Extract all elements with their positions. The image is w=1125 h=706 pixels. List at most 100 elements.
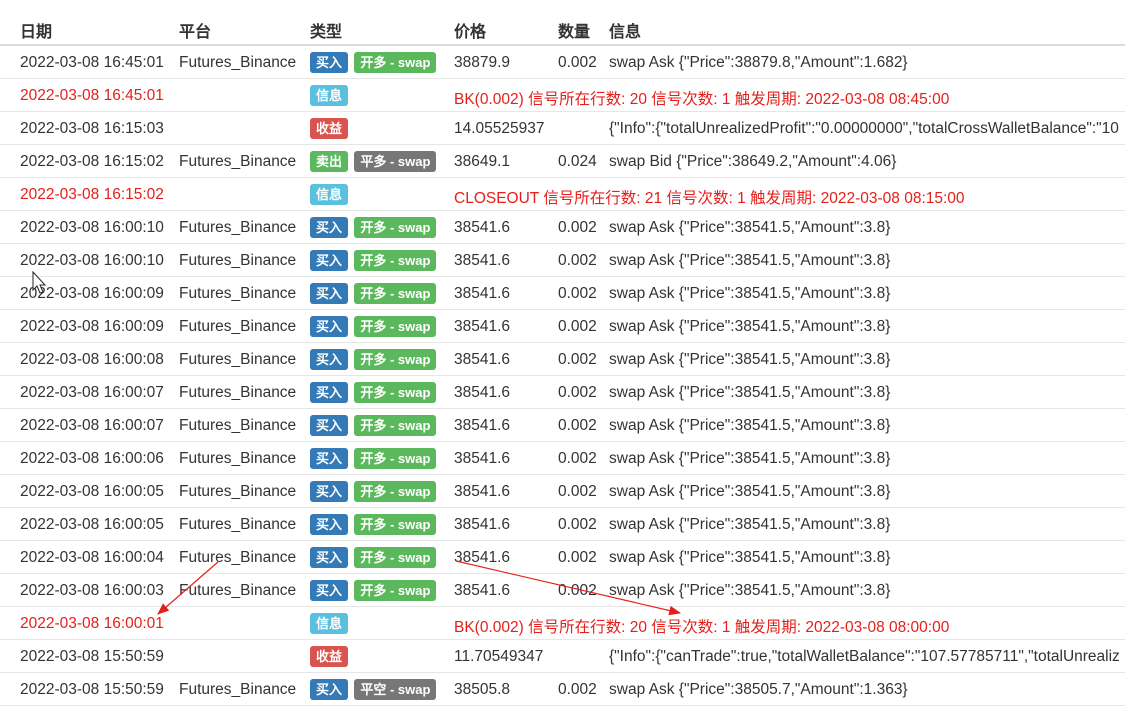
row-date: 2022-03-08 16:00:10 <box>20 219 164 236</box>
row-platform: Futures_Binance <box>179 681 297 698</box>
row-platform: Futures_Binance <box>179 417 297 434</box>
row-type: 买入 开多 - swap <box>310 547 438 568</box>
direction-badge: 开多 - swap <box>354 514 437 535</box>
row-date: 2022-03-08 16:15:03 <box>20 120 164 137</box>
row-info: swap Ask {"Price":38879.8,"Amount":1.682… <box>609 54 908 71</box>
direction-badge: 开多 - swap <box>354 481 437 502</box>
table-row: 2022-03-08 16:15:02 信息 CLOSEOUT 信号所在行数: 21… <box>0 178 1125 211</box>
table-row: 2022-03-08 16:00:05 Futures_Binance 买入 开多 … <box>0 508 1125 541</box>
row-date: 2022-03-08 16:00:04 <box>20 549 164 566</box>
row-type: 买入 开多 - swap <box>310 283 438 304</box>
table-row: 2022-03-08 16:00:10 Futures_Binance 买入 开多 … <box>0 211 1125 244</box>
row-info: {"Info":{"canTrade":true,"totalWalletBal… <box>609 648 1120 665</box>
type-badge: 买入 <box>310 52 349 73</box>
row-type: 买入 平空 - swap <box>310 679 438 700</box>
table-row: 2022-03-08 16:00:07 Futures_Binance 买入 开多 … <box>0 376 1125 409</box>
row-type: 收益 <box>310 646 350 667</box>
row-platform: Futures_Binance <box>179 219 297 236</box>
row-type: 信息 <box>310 85 350 106</box>
row-info: swap Ask {"Price":38505.7,"Amount":1.363… <box>609 681 908 698</box>
row-price: 38541.6 <box>454 318 511 335</box>
row-date: 2022-03-08 16:00:08 <box>20 351 164 368</box>
type-badge: 收益 <box>310 646 349 667</box>
row-amount: 0.002 <box>558 681 597 698</box>
direction-badge: 开多 - swap <box>354 217 437 238</box>
row-platform: Futures_Binance <box>179 54 297 71</box>
row-type: 买入 开多 - swap <box>310 580 438 601</box>
row-price: 14.05525937 <box>454 120 545 137</box>
table-body: 2022-03-08 16:45:01 Futures_Binance 买入 开多 … <box>0 46 1125 706</box>
row-date: 2022-03-08 16:00:07 <box>20 417 164 434</box>
row-date: 2022-03-08 16:45:01 <box>20 87 164 104</box>
type-badge: 买入 <box>310 547 349 568</box>
header-type[interactable]: 类型 <box>310 18 342 42</box>
table-row: 2022-03-08 16:00:01 信息 BK(0.002) 信号所在行数: 2… <box>0 607 1125 640</box>
direction-badge: 开多 - swap <box>354 547 437 568</box>
table-row: 2022-03-08 16:00:07 Futures_Binance 买入 开多 … <box>0 409 1125 442</box>
row-message: CLOSEOUT 信号所在行数: 21 信号次数: 1 触发周期: 2022-0… <box>454 190 965 207</box>
row-message: BK(0.002) 信号所在行数: 20 信号次数: 1 触发周期: 2022-… <box>454 619 950 636</box>
header-platform[interactable]: 平台 <box>179 18 211 42</box>
row-info: swap Ask {"Price":38541.5,"Amount":3.8} <box>609 384 891 401</box>
row-type: 买入 开多 - swap <box>310 481 438 502</box>
row-date: 2022-03-08 16:45:01 <box>20 54 164 71</box>
row-platform: Futures_Binance <box>179 252 297 269</box>
type-badge: 买入 <box>310 481 349 502</box>
row-date: 2022-03-08 15:50:59 <box>20 648 164 665</box>
direction-badge: 平空 - swap <box>354 679 437 700</box>
row-type: 买入 开多 - swap <box>310 52 438 73</box>
row-price: 38541.6 <box>454 219 511 236</box>
row-date: 2022-03-08 16:15:02 <box>20 186 164 203</box>
row-message: BK(0.002) 信号所在行数: 20 信号次数: 1 触发周期: 2022-… <box>454 91 950 108</box>
table-row: 2022-03-08 16:00:05 Futures_Binance 买入 开多 … <box>0 475 1125 508</box>
header-date[interactable]: 日期 <box>20 18 52 42</box>
row-date: 2022-03-08 16:15:02 <box>20 153 164 170</box>
row-date: 2022-03-08 16:00:05 <box>20 516 164 533</box>
type-badge: 买入 <box>310 580 349 601</box>
row-amount: 0.002 <box>558 351 597 368</box>
row-amount: 0.002 <box>558 54 597 71</box>
row-platform: Futures_Binance <box>179 384 297 401</box>
row-date: 2022-03-08 16:00:06 <box>20 450 164 467</box>
row-type: 买入 开多 - swap <box>310 250 438 271</box>
row-amount: 0.002 <box>558 483 597 500</box>
type-badge: 卖出 <box>310 151 349 172</box>
row-type: 买入 开多 - swap <box>310 316 438 337</box>
row-amount: 0.002 <box>558 252 597 269</box>
row-price: 38541.6 <box>454 252 511 269</box>
direction-badge: 开多 - swap <box>354 250 437 271</box>
row-price: 11.70549347 <box>454 648 544 665</box>
type-badge: 买入 <box>310 349 349 370</box>
row-date: 2022-03-08 16:00:10 <box>20 252 164 269</box>
row-price: 38879.9 <box>454 54 511 71</box>
direction-badge: 开多 - swap <box>354 415 437 436</box>
row-price: 38649.1 <box>454 153 511 170</box>
table-row: 2022-03-08 16:00:06 Futures_Binance 买入 开多 … <box>0 442 1125 475</box>
type-badge: 买入 <box>310 217 349 238</box>
row-type: 买入 开多 - swap <box>310 415 438 436</box>
header-info[interactable]: 信息 <box>609 18 641 42</box>
row-date: 2022-03-08 16:00:09 <box>20 285 164 302</box>
header-amount[interactable]: 数量 <box>558 18 590 42</box>
row-date: 2022-03-08 16:00:05 <box>20 483 164 500</box>
row-info: swap Ask {"Price":38541.5,"Amount":3.8} <box>609 549 891 566</box>
row-type: 信息 <box>310 613 350 634</box>
row-type: 买入 开多 - swap <box>310 448 438 469</box>
row-price: 38541.6 <box>454 549 511 566</box>
row-info: swap Ask {"Price":38541.5,"Amount":3.8} <box>609 417 891 434</box>
table-row: 2022-03-08 16:00:10 Futures_Binance 买入 开多 … <box>0 244 1125 277</box>
type-badge: 买入 <box>310 250 349 271</box>
header-price[interactable]: 价格 <box>454 18 486 42</box>
table-row: 2022-03-08 15:50:59 Futures_Binance 买入 平空 … <box>0 673 1125 706</box>
type-badge: 买入 <box>310 415 349 436</box>
row-type: 收益 <box>310 118 350 139</box>
row-info: swap Ask {"Price":38541.5,"Amount":3.8} <box>609 285 891 302</box>
direction-badge: 开多 - swap <box>354 316 437 337</box>
row-type: 买入 开多 - swap <box>310 514 438 535</box>
direction-badge: 开多 - swap <box>354 283 437 304</box>
row-price: 38541.6 <box>454 516 511 533</box>
type-badge: 收益 <box>310 118 349 139</box>
type-badge: 信息 <box>310 613 349 634</box>
direction-badge: 开多 - swap <box>354 580 437 601</box>
row-platform: Futures_Binance <box>179 450 297 467</box>
